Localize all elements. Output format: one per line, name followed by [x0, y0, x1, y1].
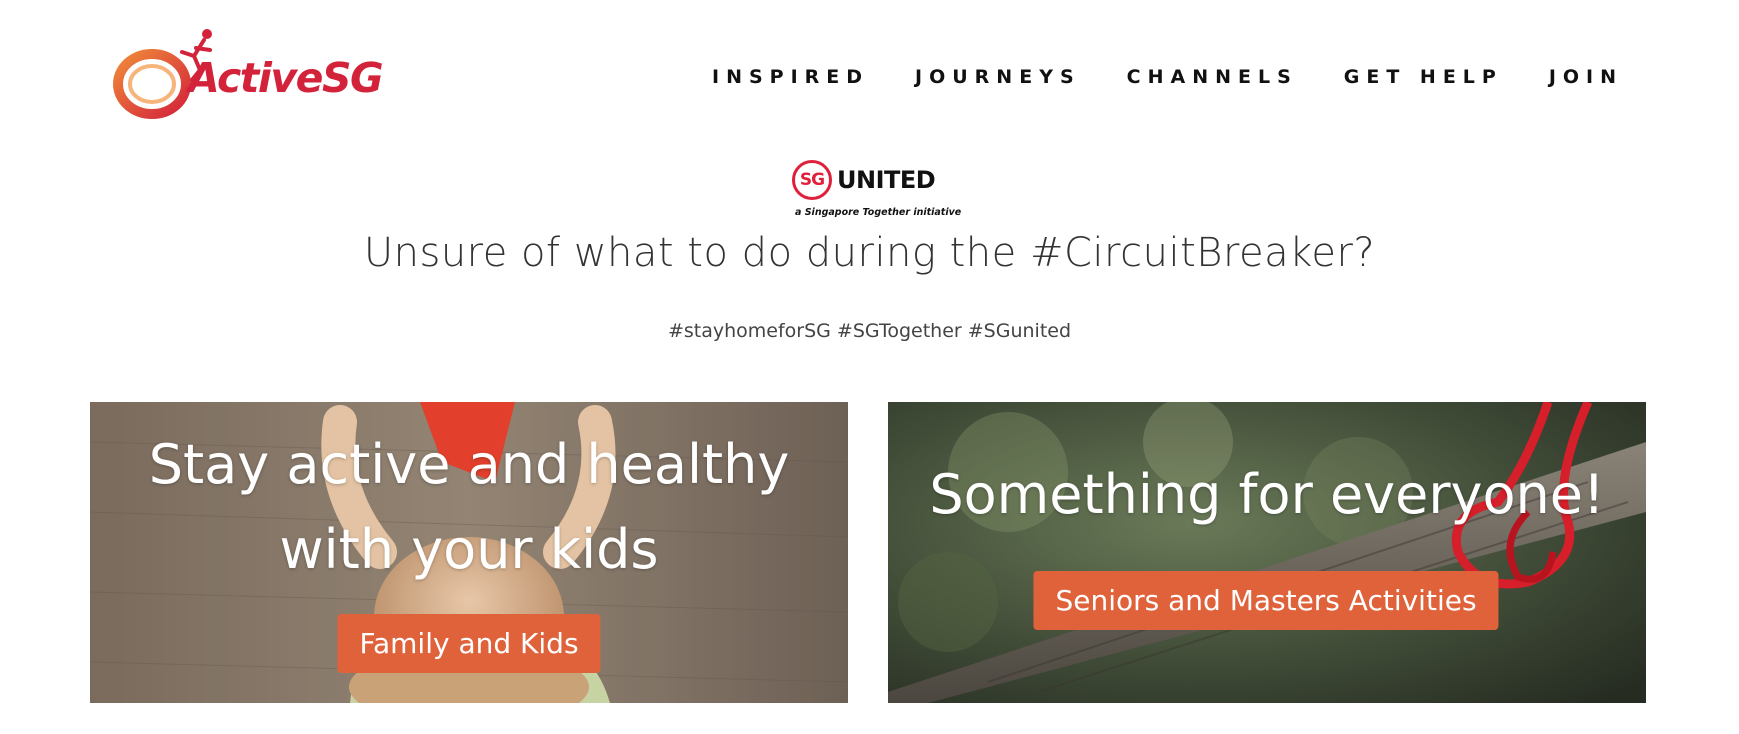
card-seniors-title: Something for everyone! [929, 463, 1605, 526]
card-family-title-line2: with your kids [279, 518, 659, 581]
sg-united-tagline: a Singapore Together initiative [795, 207, 962, 218]
card-family-title-line1: Stay active and healthy [148, 433, 790, 496]
card-seniors-masters[interactable]: Something for everyone! Seniors and Mast… [888, 402, 1646, 703]
sg-united-word: UNITED [837, 166, 936, 194]
card-family-title: Stay active and healthy with your kids [90, 422, 848, 592]
sg-united-badge: SG UNITED a Singapore Together initiativ… [792, 158, 961, 224]
nav-join[interactable]: JOIN [1549, 66, 1623, 88]
sg-circle-icon: SG [792, 160, 832, 200]
family-and-kids-button[interactable]: Family and Kids [337, 614, 601, 673]
page-headline: Unsure of what to do during the #Circuit… [363, 230, 1376, 276]
red-rope-heart-knot-on-branch-photo [888, 402, 1646, 703]
page: ActiveSG INSPIRED JOURNEYS CHANNELS GET … [0, 0, 1739, 734]
card-family-kids[interactable]: Stay active and healthy with your kids F… [90, 402, 848, 703]
hashtags: #stayhomeforSG #SGTogether #SGunited [667, 320, 1072, 342]
nav-inspired[interactable]: INSPIRED [712, 66, 869, 88]
nav-get-help[interactable]: GET HELP [1344, 66, 1503, 88]
nav-channels[interactable]: CHANNELS [1127, 66, 1298, 88]
activesg-logo[interactable]: ActiveSG [112, 26, 384, 126]
main-nav: INSPIRED JOURNEYS CHANNELS GET HELP JOIN [712, 66, 1623, 88]
logo-wordmark: ActiveSG [188, 54, 384, 102]
nav-journeys[interactable]: JOURNEYS [915, 66, 1081, 88]
seniors-and-masters-button[interactable]: Seniors and Masters Activities [1033, 571, 1499, 630]
